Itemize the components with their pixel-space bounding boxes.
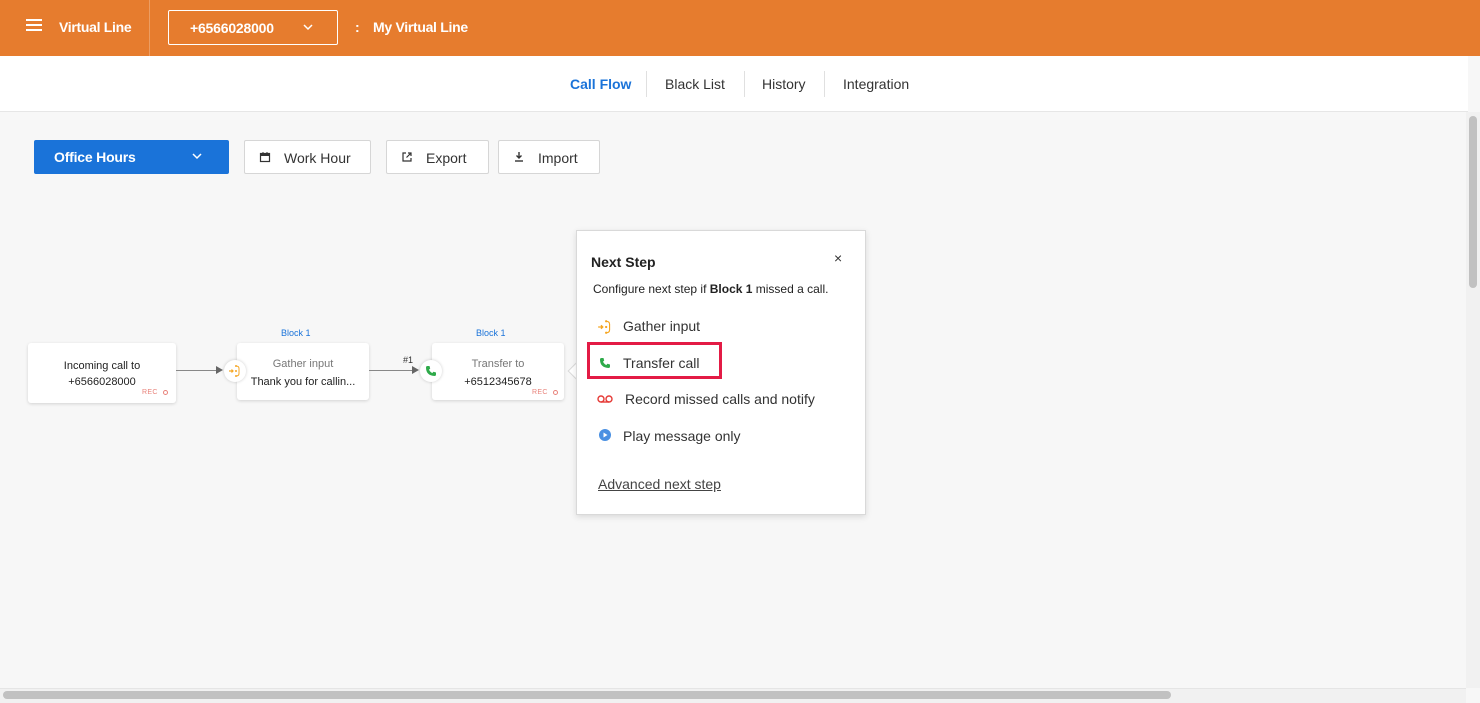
import-label: Import [538, 150, 578, 166]
schedule-select-value: Office Hours [54, 149, 136, 165]
option-label: Play message only [623, 428, 741, 444]
chevron-down-icon [192, 153, 202, 160]
description-prefix: Configure next step if [593, 282, 710, 296]
flow-connector [369, 370, 413, 371]
external-link-icon [402, 152, 412, 162]
top-bar: Virtual Line +6566028000 : My Virtual Li… [0, 0, 1480, 56]
close-icon[interactable]: × [834, 250, 842, 266]
chevron-down-icon [303, 24, 313, 31]
transfer-title: Transfer to [471, 358, 525, 370]
flow-connector [176, 370, 218, 371]
edge-label: #1 [403, 355, 414, 365]
gather-input-node-icon [224, 360, 246, 382]
gather-input-icon [229, 365, 240, 377]
rec-badge: REC [142, 389, 158, 396]
header-separator: : [355, 19, 360, 35]
tab-bar: Call Flow Black List History Integration [0, 56, 1468, 112]
rec-dot-icon [553, 390, 558, 395]
gather-input-text: Thank you for callin... [250, 376, 356, 388]
number-select-value: +6566028000 [190, 20, 274, 36]
header-divider [149, 0, 150, 56]
option-label: Record missed calls and notify [625, 391, 815, 407]
number-select[interactable]: +6566028000 [168, 10, 338, 45]
rec-badge: REC [532, 389, 548, 396]
incoming-call-node[interactable]: Incoming call to +6566028000 REC [28, 343, 176, 403]
rec-dot-icon [163, 390, 168, 395]
play-icon [599, 429, 611, 441]
voicemail-icon [597, 395, 613, 403]
gather-input-title: Gather input [272, 358, 334, 370]
line-name: My Virtual Line [373, 19, 468, 35]
horizontal-scrollbar-thumb[interactable] [3, 691, 1171, 699]
schedule-select[interactable]: Office Hours [34, 140, 229, 174]
download-icon [515, 152, 523, 162]
work-hour-button[interactable]: Work Hour [244, 140, 371, 174]
arrow-head-icon [412, 366, 419, 374]
hamburger-menu-icon[interactable] [26, 19, 42, 33]
transfer-number: +6512345678 [464, 376, 532, 388]
tab-separator [824, 71, 825, 97]
calendar-icon [259, 152, 271, 163]
app-title: Virtual Line [59, 19, 132, 35]
gather-input-node[interactable]: Gather input Thank you for callin... [237, 343, 369, 400]
export-label: Export [426, 150, 467, 166]
tab-black-list[interactable]: Black List [665, 76, 725, 92]
phone-icon [426, 366, 436, 376]
option-play-message[interactable]: Play message only [597, 428, 797, 448]
import-button[interactable]: Import [498, 140, 600, 174]
gather-input-icon [598, 320, 611, 334]
work-hour-label: Work Hour [284, 150, 351, 166]
popover-description: Configure next step if Block 1 missed a … [593, 282, 828, 296]
tab-separator [744, 71, 745, 97]
popover-title: Next Step [591, 254, 656, 270]
transfer-node[interactable]: Transfer to +6512345678 REC [432, 343, 564, 400]
tab-call-flow[interactable]: Call Flow [570, 76, 631, 92]
tab-history[interactable]: History [762, 76, 806, 92]
description-block: Block 1 [709, 282, 753, 296]
arrow-head-icon [216, 366, 223, 374]
option-label: Gather input [623, 318, 701, 334]
highlight-box [587, 342, 722, 379]
description-suffix: missed a call. [752, 282, 829, 296]
advanced-next-step-link[interactable]: Advanced next step [598, 476, 721, 492]
vertical-scrollbar-thumb[interactable] [1469, 116, 1477, 288]
export-button[interactable]: Export [386, 140, 489, 174]
block-label: Block 1 [281, 328, 311, 338]
incoming-call-number: +6566028000 [68, 376, 136, 388]
option-record-missed-calls[interactable]: Record missed calls and notify [597, 391, 837, 411]
tab-integration[interactable]: Integration [843, 76, 909, 92]
option-gather-input[interactable]: Gather input [597, 318, 797, 338]
transfer-node-icon [420, 360, 442, 382]
block-label: Block 1 [476, 328, 506, 338]
incoming-call-label: Incoming call to [63, 360, 141, 372]
tab-separator [646, 71, 647, 97]
